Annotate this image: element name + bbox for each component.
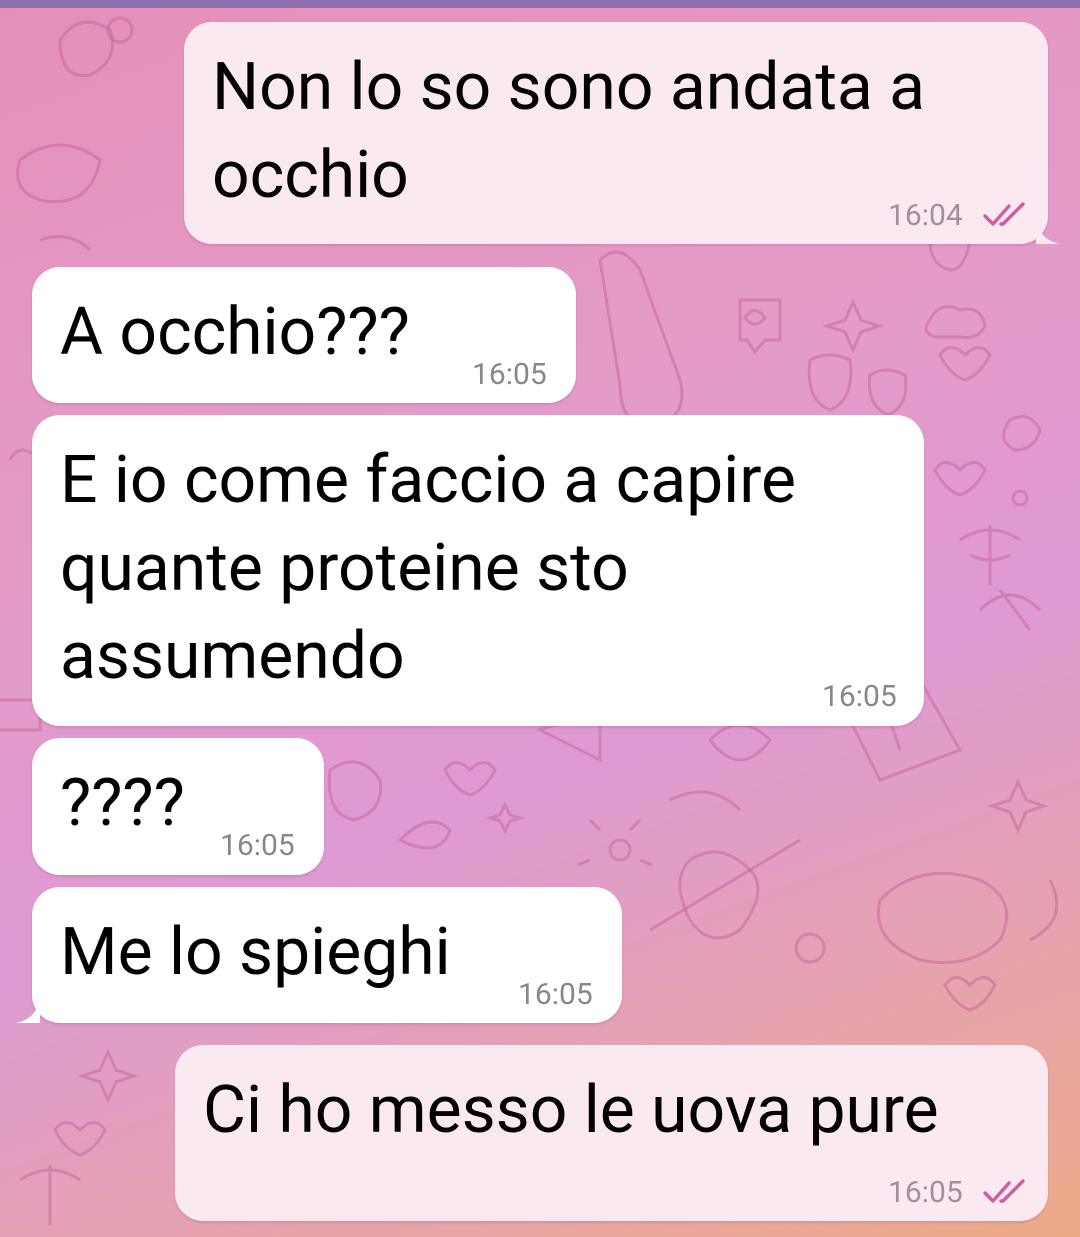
message-bubble-outgoing[interactable]: Ci ho messo le uova pure 16:05 — [175, 1045, 1048, 1221]
message-text-line: ???? — [60, 765, 185, 842]
message-bubble-incoming[interactable]: ???? 16:05 — [32, 738, 324, 875]
message-text-line: Me lo spieghi — [60, 914, 451, 991]
message-time: 16:05 — [220, 828, 295, 863]
message-bubble-outgoing[interactable]: Non lo so sono andata a occhio 16:04 — [184, 22, 1060, 244]
bubble-tail — [16, 999, 40, 1023]
message-time: 16:04 — [888, 198, 963, 233]
double-check-icon — [983, 1179, 1025, 1203]
message-time: 16:05 — [518, 977, 593, 1012]
message-text-line: A occhio??? — [60, 294, 410, 371]
message-text-line: quante proteine sto — [60, 530, 629, 607]
message-bubble-incoming[interactable]: Me lo spieghi 16:05 — [16, 887, 622, 1023]
message-text-line: assumendo — [60, 618, 405, 695]
message-time: 16:05 — [472, 357, 547, 392]
double-check-icon — [983, 202, 1025, 226]
bubble-tail — [1036, 220, 1060, 244]
message-text-line: Ci ho messo le uova pure — [203, 1072, 939, 1149]
message-text-line: E io come faccio a capire — [60, 442, 796, 519]
message-text-line: Non lo so sono andata a — [212, 49, 926, 126]
message-time: 16:05 — [888, 1175, 963, 1210]
message-bubble-incoming[interactable]: A occhio??? 16:05 — [32, 267, 576, 403]
message-text-line: occhio — [212, 137, 409, 214]
message-time: 16:05 — [822, 679, 897, 714]
message-bubble-incoming[interactable]: E io come faccio a capire quante protein… — [32, 415, 924, 726]
